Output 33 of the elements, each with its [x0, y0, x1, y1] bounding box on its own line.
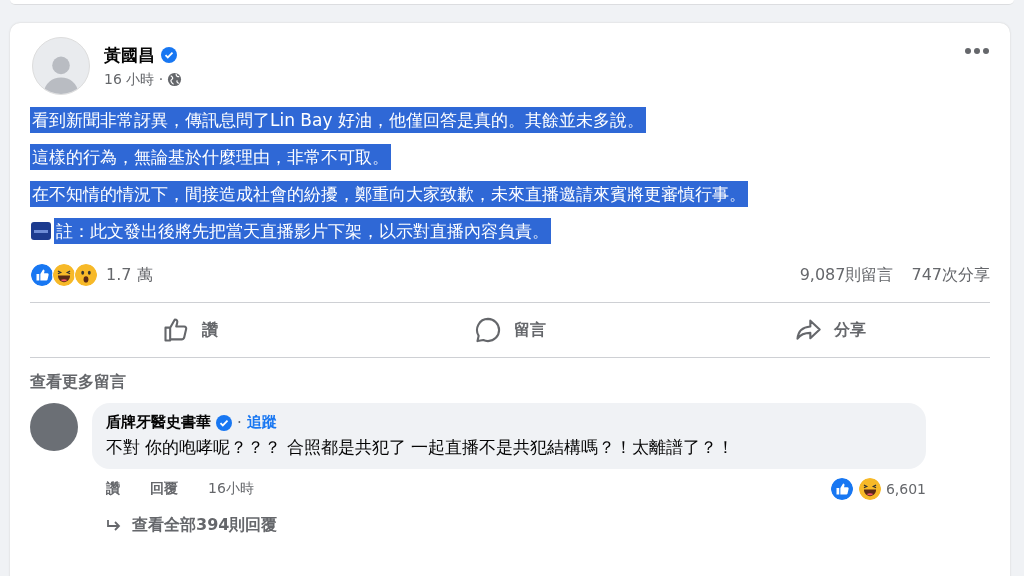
view-replies-link[interactable]: 查看全部394則回覆 — [106, 515, 278, 536]
share-count[interactable]: 747次分享 — [911, 264, 990, 286]
commenter-avatar[interactable] — [30, 403, 78, 451]
comment-time[interactable]: 16小時 — [208, 480, 254, 498]
laughing-reaction-icon — [52, 263, 76, 287]
commenter-name[interactable]: 盾牌牙醫史書華 — [106, 413, 211, 432]
comment-button[interactable]: 留言 — [350, 303, 670, 357]
view-more-comments-link[interactable]: 查看更多留言 — [30, 372, 126, 393]
comment-like-link[interactable]: 讚 — [106, 480, 120, 498]
globe-icon — [167, 72, 183, 87]
post-time[interactable]: 16 小時 · — [104, 70, 164, 89]
reply-arrow-icon — [106, 518, 122, 533]
comment-reply-link[interactable]: 回覆 — [150, 480, 178, 498]
like-reaction-icon — [30, 263, 54, 287]
post-paragraph: 在不知情的情況下，間接造成社會的紛擾，鄭重向大家致歉，未來直播邀請來賓將更審慎行事。 — [30, 181, 748, 207]
follow-link[interactable]: 追蹤 — [246, 413, 277, 432]
post-paragraph: 看到新聞非常訝異，傳訊息問了Lin Bay 好油，他僅回答是真的。其餘並未多說。 — [30, 107, 646, 133]
separator-dot: · — [237, 413, 242, 432]
surprised-reaction-icon — [74, 263, 98, 287]
thumbs-up-icon — [162, 316, 190, 344]
author-name[interactable]: 黃國昌 — [104, 43, 155, 67]
post-paragraph: 這樣的行為，無論基於什麼理由，非常不可取。 — [30, 144, 391, 170]
speech-bubble-icon — [474, 316, 502, 344]
reaction-count[interactable]: 1.7 萬 — [106, 264, 153, 286]
comment-reaction-count[interactable]: 6,601 — [885, 481, 926, 497]
laughing-reaction-icon — [857, 477, 882, 501]
more-options-icon[interactable] — [964, 47, 990, 55]
post-paragraph: 註：此文發出後將先把當天直播影片下架，以示對直播內容負責。 — [54, 218, 551, 244]
like-button[interactable]: 讚 — [30, 303, 350, 357]
comment-count[interactable]: 9,087則留言 — [799, 264, 894, 286]
comment-text: 不對 你的咆哮呢？？？ 合照都是共犯了 一起直播不是共犯結構嗎？！太離譜了？！ — [106, 436, 736, 459]
share-button[interactable]: 分享 — [670, 303, 990, 357]
like-reaction-icon — [829, 477, 854, 501]
